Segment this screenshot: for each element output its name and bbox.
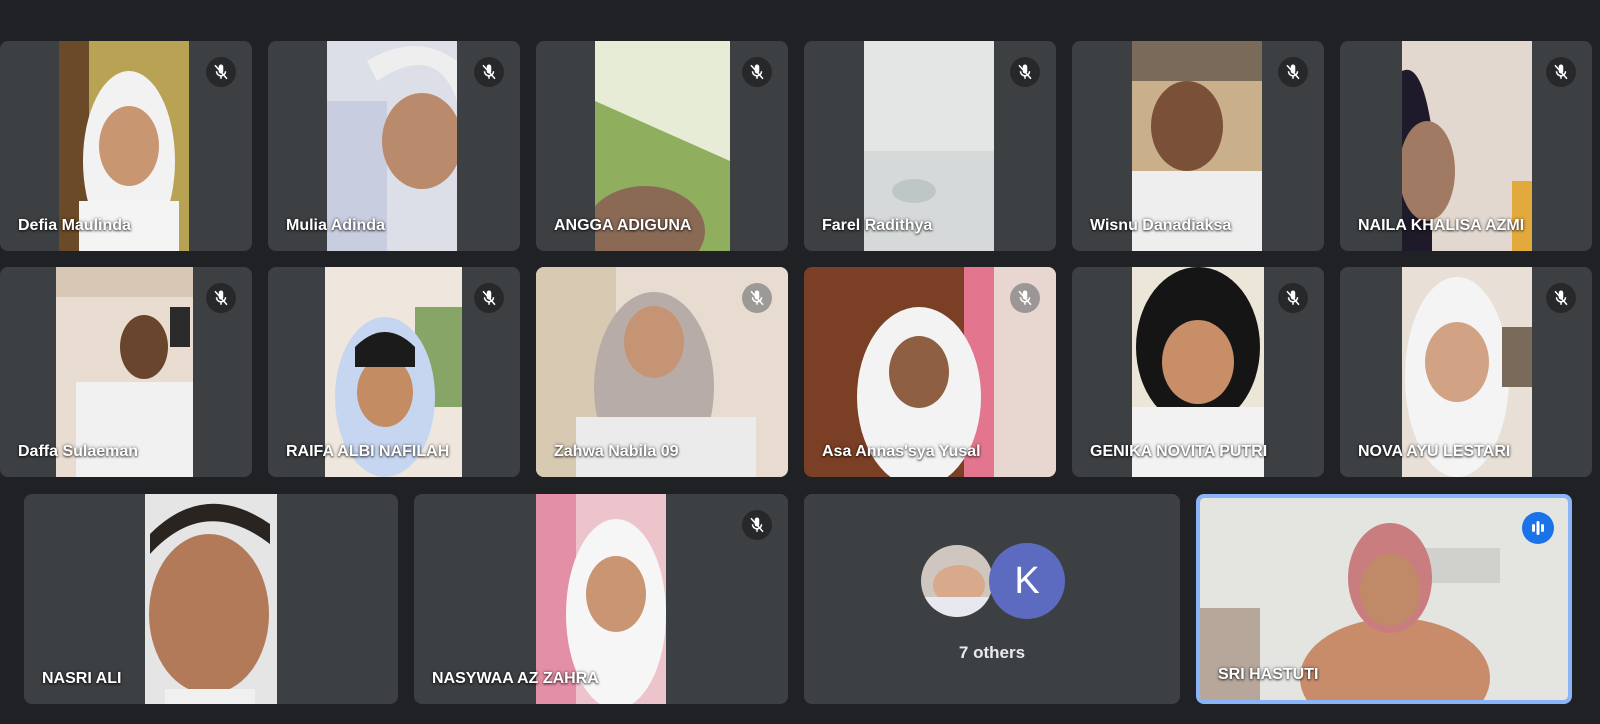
- participant-tile[interactable]: NASRI ALI: [24, 494, 398, 704]
- mic-off-icon: [474, 57, 504, 87]
- participant-name: Farel Radithya: [822, 217, 933, 234]
- participant-name: Defia Maulinda: [18, 217, 131, 234]
- participant-name: RAIFA ALBI NAFILAH: [286, 443, 450, 460]
- meeting-grid: Defia Maulinda Mulia Adinda ANGGA ADIGUN…: [0, 0, 1600, 724]
- mic-off-icon: [742, 57, 772, 87]
- mic-off-icon: [742, 283, 772, 313]
- participant-name: ANGGA ADIGUNA: [554, 217, 692, 234]
- active-speaker-tile[interactable]: SRI HASTUTI: [1196, 494, 1572, 704]
- participant-tile[interactable]: Zahwa Nabila 09: [536, 267, 788, 477]
- participant-tile[interactable]: Asa Annas'sya Yusal: [804, 267, 1056, 477]
- mic-off-icon: [206, 57, 236, 87]
- participant-name: GENIKA NOVITA PUTRI: [1090, 443, 1268, 460]
- participant-name: Asa Annas'sya Yusal: [822, 443, 981, 460]
- others-count: 7 others: [958, 643, 1026, 662]
- audio-level-icon: [1522, 512, 1554, 544]
- participant-tile[interactable]: Farel Radithya: [804, 41, 1056, 251]
- participant-tile[interactable]: NOVA AYU LESTARI: [1340, 267, 1592, 477]
- mic-off-icon: [1546, 283, 1576, 313]
- participant-name: NASYWAA AZ ZAHRA: [432, 670, 599, 687]
- participant-tile[interactable]: ANGGA ADIGUNA: [536, 41, 788, 251]
- participant-name: Wisnu Danadiaksa: [1090, 217, 1232, 234]
- participant-name: NAILA KHALISA AZMI: [1358, 217, 1525, 234]
- participant-avatar: K: [989, 543, 1065, 619]
- participant-name: NASRI ALI: [42, 670, 122, 687]
- mic-off-icon: [742, 510, 772, 540]
- participant-avatar: [919, 543, 995, 619]
- mic-off-icon: [1278, 57, 1308, 87]
- mic-off-icon: [206, 283, 236, 313]
- participant-tile[interactable]: NAILA KHALISA AZMI: [1340, 41, 1592, 251]
- participant-tile[interactable]: RAIFA ALBI NAFILAH: [268, 267, 520, 477]
- mic-off-icon: [1010, 57, 1040, 87]
- participant-tile[interactable]: Defia Maulinda: [0, 41, 252, 251]
- participant-tile[interactable]: Wisnu Danadiaksa: [1072, 41, 1324, 251]
- participant-video: [145, 494, 277, 704]
- participant-name: Mulia Adinda: [286, 217, 385, 234]
- participant-name: SRI HASTUTI: [1218, 666, 1319, 683]
- participant-name: Zahwa Nabila 09: [554, 443, 679, 460]
- mic-off-icon: [474, 283, 504, 313]
- mic-off-icon: [1010, 283, 1040, 313]
- participant-tile[interactable]: Mulia Adinda: [268, 41, 520, 251]
- participant-name: Daffa Sulaeman: [18, 443, 139, 460]
- mic-off-icon: [1546, 57, 1576, 87]
- participant-tile[interactable]: NASYWAA AZ ZAHRA: [414, 494, 788, 704]
- others-tile[interactable]: K 7 others: [804, 494, 1180, 704]
- participant-name: NOVA AYU LESTARI: [1358, 443, 1511, 460]
- mic-off-icon: [1278, 283, 1308, 313]
- participant-tile[interactable]: Daffa Sulaeman: [0, 267, 252, 477]
- participant-tile[interactable]: GENIKA NOVITA PUTRI: [1072, 267, 1324, 477]
